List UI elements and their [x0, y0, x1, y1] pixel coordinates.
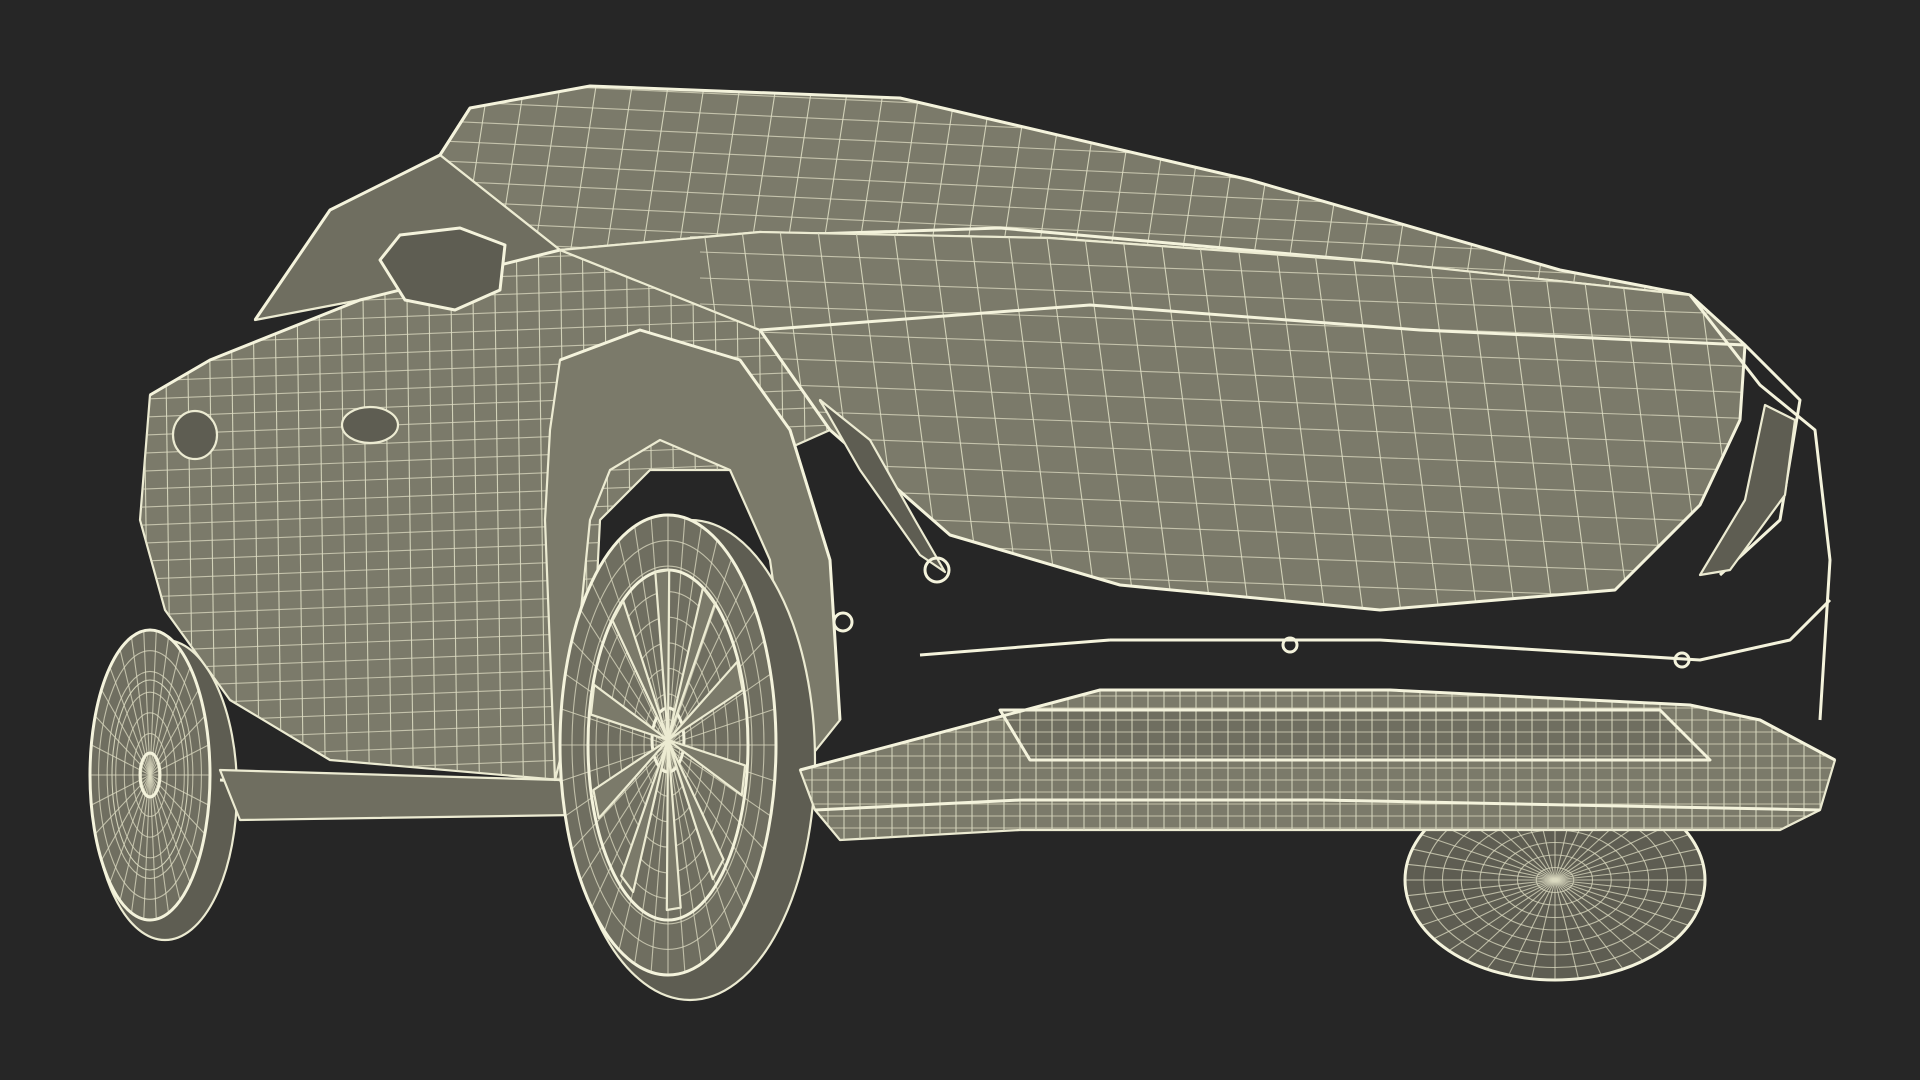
mesh-line	[700, 616, 1850, 656]
mesh-line	[1840, 200, 1900, 650]
render-viewport	[0, 0, 1920, 1080]
door-handle	[340, 405, 400, 445]
car-wireframe-render	[88, 84, 1900, 1002]
lower-grille	[998, 708, 1712, 762]
rear-door-handle	[171, 409, 219, 461]
mesh-line	[1675, 86, 1690, 295]
front-bumper	[798, 598, 1837, 842]
mesh-line	[1639, 86, 1681, 295]
wheel-front-left	[558, 513, 817, 1002]
mesh-line	[700, 642, 1850, 682]
